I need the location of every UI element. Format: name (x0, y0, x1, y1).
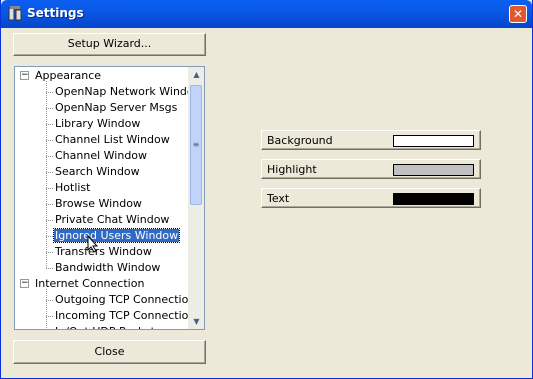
tree-content: − Appearance OpenNap Network Window OpenNap… (15, 67, 189, 329)
scroll-up-arrow-icon[interactable]: ▲ (189, 67, 204, 82)
tree-item[interactable]: Bandwidth Window (54, 260, 161, 276)
color-swatch[interactable] (393, 193, 474, 205)
color-row-highlight[interactable]: Highlight (261, 159, 481, 179)
tree-connector (46, 156, 53, 157)
color-swatch[interactable] (393, 135, 474, 147)
close-button[interactable]: Close (13, 340, 206, 364)
tree-connector (46, 204, 53, 205)
settings-app-icon (8, 6, 22, 21)
tree-item-label: Incoming TCP Connections (55, 309, 189, 322)
tree-item-label: Library Window (55, 117, 141, 130)
setup-wizard-button[interactable]: Setup Wizard... (13, 33, 206, 56)
tree-connector (46, 81, 47, 268)
tree-item-label: Browse Window (55, 197, 142, 210)
tree-item-label: Channel List Window (55, 133, 170, 146)
close-icon: ✕ (512, 7, 524, 21)
tree-item[interactable]: Ignored Users Window (52, 228, 181, 244)
tree-item[interactable]: Channel List Window (54, 132, 171, 148)
tree-item[interactable]: Browse Window (54, 196, 143, 212)
tree-connector (46, 172, 53, 173)
tree-item-label: Channel Window (55, 149, 148, 162)
tree-connector (46, 92, 53, 93)
color-row-background[interactable]: Background (261, 130, 481, 150)
color-label: Background (267, 134, 333, 147)
tree-connector (46, 252, 53, 253)
color-label: Text (267, 192, 290, 205)
color-swatch[interactable] (393, 164, 474, 176)
tree-item-label: Private Chat Window (55, 213, 170, 226)
tree-item-label: In/Out UDP Packets (54, 325, 162, 329)
scroll-down-arrow-icon[interactable]: ▼ (189, 314, 204, 329)
window-title: Settings (27, 6, 84, 20)
tree-group-label: Internet Connection (35, 277, 145, 290)
tree-connector (46, 140, 53, 141)
tree-item[interactable]: OpenNap Network Window (54, 84, 189, 100)
tree-item[interactable]: Hotlist (54, 180, 91, 196)
tree-item-label: Outgoing TCP Connections (55, 293, 189, 306)
tree-item[interactable]: Private Chat Window (54, 212, 170, 228)
tree-connector (46, 124, 53, 125)
tree-item-label: Transfers Window (55, 245, 152, 258)
close-window-button[interactable]: ✕ (509, 5, 527, 23)
tree-item[interactable]: Outgoing TCP Connections (54, 292, 189, 308)
tree-connector (46, 268, 53, 269)
tree-item-label: Bandwidth Window (55, 261, 161, 274)
tree-item[interactable]: Incoming TCP Connections (54, 308, 189, 324)
collapse-icon[interactable]: − (20, 279, 29, 288)
tree-item[interactable]: Transfers Window (54, 244, 153, 260)
tree-item[interactable]: OpenNap Server Msgs (54, 100, 178, 116)
tree-item-label: Search Window (55, 165, 140, 178)
tree-group-label: Appearance (35, 69, 102, 82)
tree-item[interactable]: Channel Window (54, 148, 148, 164)
tree-connector (46, 289, 47, 329)
settings-window: Settings ✕ Setup Wizard... − Appearance Op… (0, 0, 533, 379)
mouse-pointer-icon (87, 235, 99, 253)
tree-group[interactable]: Appearance (34, 68, 102, 84)
tree-item[interactable]: In/Out UDP Packets (54, 324, 162, 329)
tree-connector (46, 220, 53, 221)
tree-item-label: OpenNap Network Window (55, 85, 189, 98)
tree-scrollbar[interactable]: ▲ ≡ ▼ (188, 67, 204, 329)
tree-item-label: OpenNap Server Msgs (55, 101, 178, 114)
tree-item[interactable]: Library Window (54, 116, 141, 132)
tree-connector (46, 108, 53, 109)
settings-tree[interactable]: − Appearance OpenNap Network Window OpenNap… (14, 66, 205, 330)
collapse-icon[interactable]: − (20, 71, 29, 80)
color-label: Highlight (267, 163, 317, 176)
tree-connector (46, 236, 53, 237)
tree-item[interactable]: Search Window (54, 164, 141, 180)
tree-connector (46, 188, 53, 189)
tree-connector (46, 316, 53, 317)
tree-item-label: Ignored Users Window (52, 228, 181, 243)
scroll-thumb[interactable]: ≡ (190, 85, 202, 205)
tree-group[interactable]: Internet Connection (34, 276, 145, 292)
color-row-text[interactable]: Text (261, 188, 481, 208)
tree-connector (46, 300, 53, 301)
tree-item-label: Hotlist (55, 181, 91, 194)
title-bar[interactable]: Settings ✕ (1, 0, 532, 28)
